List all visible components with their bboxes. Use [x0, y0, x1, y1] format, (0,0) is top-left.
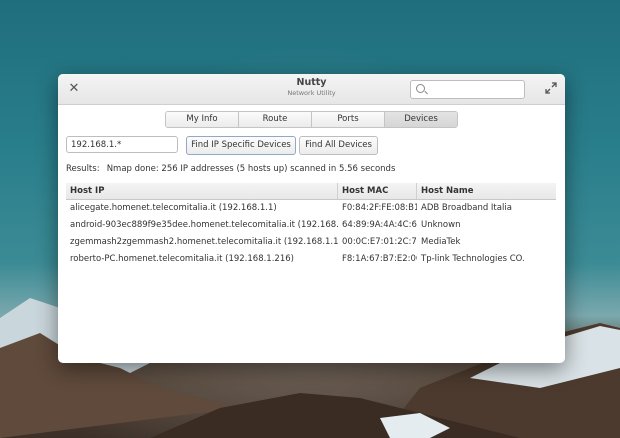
host-name-cell: ADB Broadband Italia [421, 203, 512, 213]
ip-range-input[interactable]: 192.168.1.* [66, 136, 178, 153]
app-window: ✕ Nutty Network Utility My Info Route Po… [58, 74, 565, 363]
host-mac-cell: F8:1A:67:B7:E2:06 [342, 254, 417, 264]
search-icon [416, 84, 425, 93]
host-mac-cell: F0:84:2F:FE:08:B1 [342, 203, 417, 213]
table-row[interactable]: roberto-PC.homenet.telecomitalia.it (192… [66, 251, 556, 268]
column-header-host-name[interactable]: Host Name [417, 183, 556, 199]
find-all-devices-button[interactable]: Find All Devices [299, 136, 378, 155]
host-mac-cell: 00:0C:E7:01:2C:77 [342, 237, 417, 247]
tab-bar: My Info Route Ports Devices [165, 111, 458, 128]
results-row: Results: Nmap done: 256 IP addresses (5 … [66, 164, 395, 174]
title-bar: ✕ Nutty Network Utility [58, 74, 565, 105]
host-ip-cell: alicegate.homenet.telecomitalia.it (192.… [70, 203, 277, 213]
search-input[interactable] [410, 80, 525, 99]
host-ip-cell: android-903ec889f9e35dee.homenet.telecom… [70, 220, 338, 230]
host-ip-cell: zgemmash2zgemmash2.homenet.telecomitalia… [70, 237, 338, 247]
tab-ports[interactable]: Ports [312, 112, 385, 127]
find-ip-specific-devices-button[interactable]: Find IP Specific Devices [186, 136, 296, 155]
host-ip-cell: roberto-PC.homenet.telecomitalia.it (192… [70, 254, 294, 264]
tab-my-info[interactable]: My Info [166, 112, 239, 127]
host-name-cell: Unknown [421, 220, 461, 230]
results-text: Nmap done: 256 IP addresses (5 hosts up)… [106, 164, 396, 174]
tab-route[interactable]: Route [239, 112, 312, 127]
column-header-host-mac[interactable]: Host MAC [338, 183, 417, 199]
table-row[interactable]: zgemmash2zgemmash2.homenet.telecomitalia… [66, 234, 556, 251]
devices-table: Host IP Host MAC Host Name alicegate.hom… [66, 183, 556, 268]
host-name-cell: Tp-link Technologies CO. [421, 254, 525, 264]
table-header: Host IP Host MAC Host Name [66, 183, 556, 200]
results-label: Results: [66, 164, 100, 174]
maximize-icon[interactable] [545, 82, 557, 94]
table-row[interactable]: android-903ec889f9e35dee.homenet.telecom… [66, 217, 556, 234]
host-name-cell: MediaTek [421, 237, 461, 247]
column-header-host-ip[interactable]: Host IP [66, 183, 338, 199]
tab-devices[interactable]: Devices [385, 112, 457, 127]
table-row[interactable]: alicegate.homenet.telecomitalia.it (192.… [66, 200, 556, 217]
host-mac-cell: 64:89:9A:4A:4C:61 [342, 220, 417, 230]
